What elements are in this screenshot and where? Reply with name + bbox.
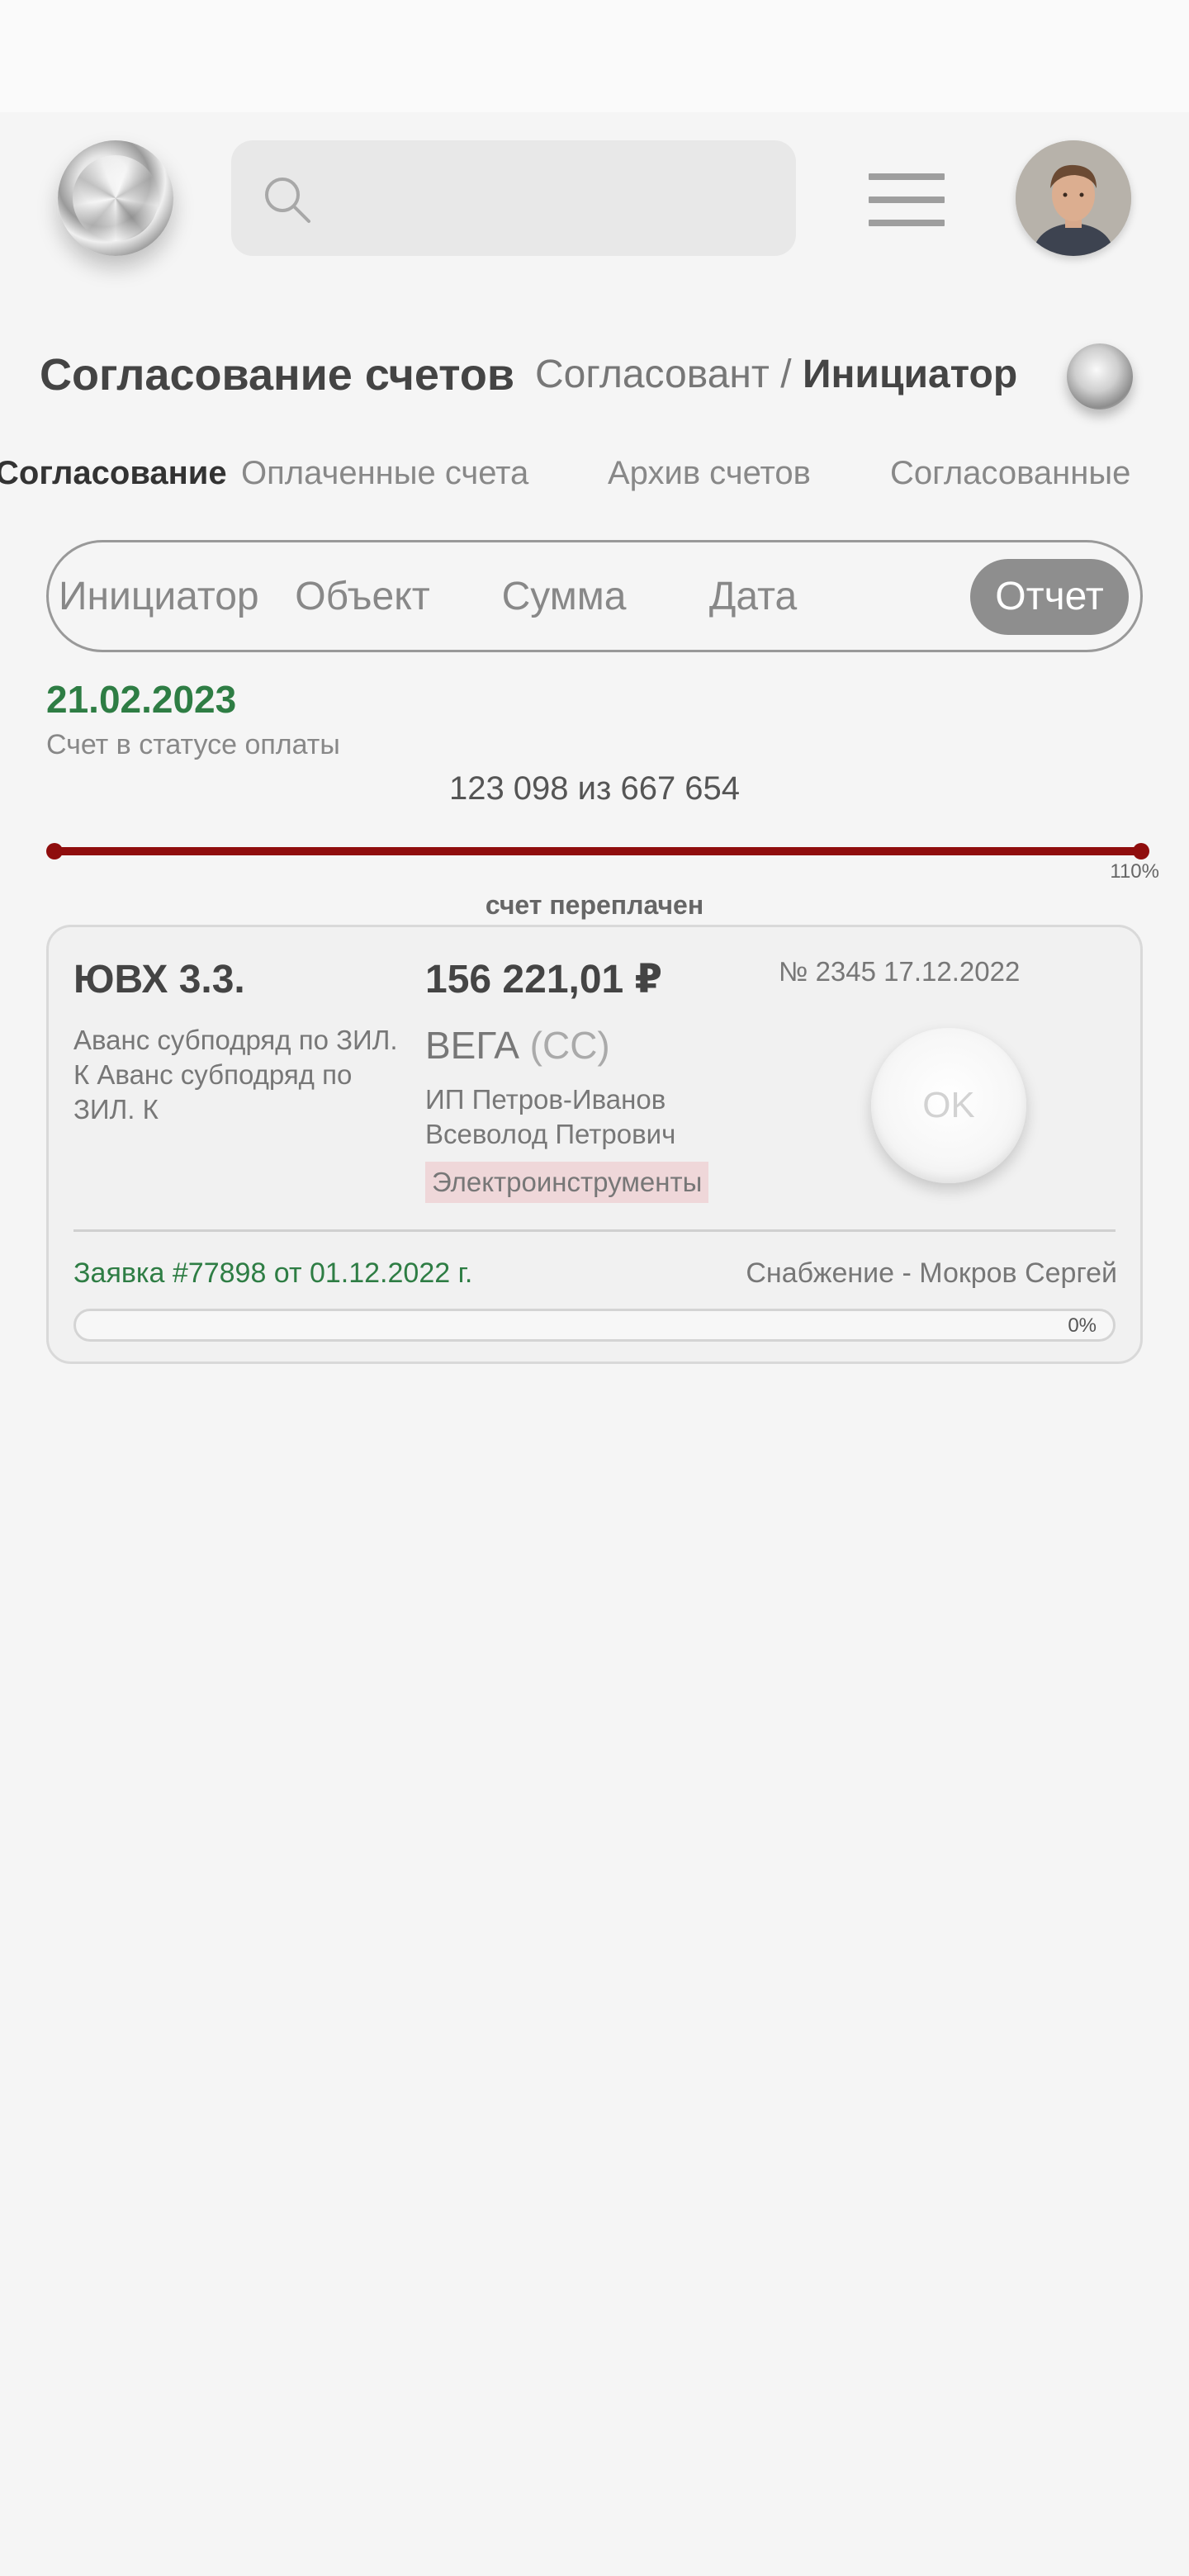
overpay-bar	[46, 836, 1149, 869]
section-tabs: Согласование Оплаченные счета Архив счет…	[0, 446, 1189, 502]
invoice-progress-bar: 0%	[73, 1309, 1116, 1342]
summary-date: 21.02.2023	[46, 678, 237, 721]
filter-amount[interactable]: Сумма	[473, 559, 655, 635]
app-header	[0, 112, 1189, 286]
menu-icon-bar	[869, 173, 945, 180]
tab-approved[interactable]: Согласованные	[890, 446, 1130, 500]
role-separator: /	[780, 353, 792, 396]
approve-ok-button[interactable]: OK	[871, 1028, 1026, 1183]
search-input[interactable]	[322, 165, 768, 231]
filter-date[interactable]: Дата	[675, 559, 831, 635]
tab-invoice-archive[interactable]: Архив счетов	[608, 446, 811, 500]
summary-status: Счет в статусе оплаты	[46, 729, 340, 760]
invoice-number: № 2345 17.12.2022	[779, 956, 1021, 987]
overpay-label: счет переплачен	[485, 890, 704, 920]
title-row: Согласование счетов Согласовант / Инициа…	[40, 343, 1154, 410]
payment-progress-text: 123 098 из 667 654	[448, 770, 741, 807]
menu-icon[interactable]	[869, 173, 945, 226]
badge-icon[interactable]	[1067, 343, 1133, 410]
invoice-contact: ИП Петров-Иванов Всеволод Петрович	[425, 1084, 676, 1149]
card-divider	[73, 1229, 1116, 1232]
avatar-photo	[1016, 140, 1131, 256]
overpay-bar-end	[1133, 843, 1149, 859]
status-bar	[0, 0, 1189, 112]
logo-icon[interactable]	[58, 140, 173, 256]
invoice-description: Аванс субподряд по ЗИЛ. К Аванс субподря…	[73, 1025, 398, 1125]
sort-filter-bar: Инициатор Объект Сумма Дата Отчет	[46, 540, 1143, 652]
overpay-bar-fill	[54, 847, 1141, 855]
invoice-object-column: ЮВХ 3.3. Аванс субподряд по ЗИЛ. К Аванс…	[73, 954, 412, 1127]
invoice-category-tag: Электроинструменты	[425, 1162, 709, 1203]
menu-icon-bar	[869, 220, 945, 226]
avatar[interactable]	[1016, 140, 1131, 256]
invoice-details-column: 156 221,01 ₽ ВЕГА (СС) ИП Петров-Иванов …	[425, 954, 772, 1203]
filter-report[interactable]: Отчет	[970, 559, 1129, 635]
filter-object[interactable]: Объект	[272, 559, 453, 635]
overpay-bar-start	[46, 843, 63, 859]
invoice-card[interactable]: ЮВХ 3.3. Аванс субподряд по ЗИЛ. К Аванс…	[46, 925, 1143, 1364]
invoice-department: Снабжение - Мокров Сергей	[746, 1257, 1117, 1289]
page-title: Согласование счетов	[40, 350, 515, 400]
role-initiator[interactable]: Инициатор	[803, 353, 1017, 396]
invoice-company: ВЕГА (СС)	[425, 1020, 772, 1071]
invoice-company-suffix: (СС)	[529, 1024, 610, 1067]
overpay-percent: 110%	[1110, 860, 1159, 883]
invoice-amount: 156 221,01 ₽	[425, 958, 662, 1002]
menu-icon-bar	[869, 197, 945, 203]
role-switch[interactable]: Согласовант / Инициатор	[535, 343, 1017, 406]
tab-approval[interactable]: Согласование	[0, 446, 227, 500]
invoice-request-link[interactable]: Заявка #77898 от 01.12.2022 г.	[73, 1254, 472, 1292]
search-icon[interactable]	[261, 173, 314, 226]
filter-initiator[interactable]: Инициатор	[59, 559, 259, 635]
tab-paid-invoices[interactable]: Оплаченные счета	[241, 446, 528, 500]
invoice-company-name: ВЕГА	[425, 1024, 519, 1067]
invoice-progress-percent: 0%	[1068, 1314, 1097, 1337]
search-bar[interactable]	[231, 140, 796, 256]
role-approver[interactable]: Согласовант	[535, 353, 770, 396]
invoice-object-title: ЮВХ 3.3.	[73, 958, 245, 1002]
